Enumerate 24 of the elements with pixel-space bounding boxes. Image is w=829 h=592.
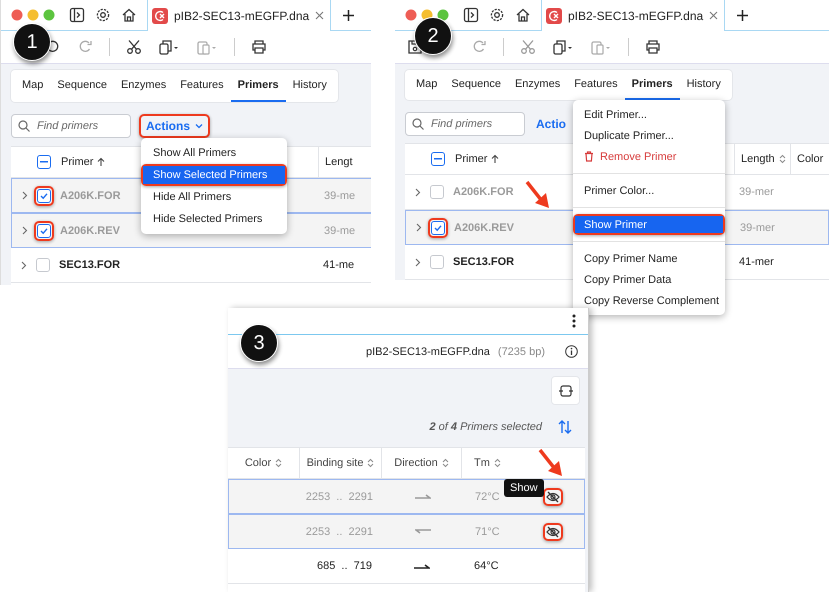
primer-length: 39-me [324, 190, 356, 202]
primer-length: 39-mer [740, 222, 775, 234]
primer-name: A206K.REV [60, 224, 120, 236]
primer-name: SEC13.FOR [59, 259, 120, 271]
melting-temp: 71°C [475, 526, 500, 538]
file-size: (7235 bp) [498, 346, 545, 358]
primer-name: A206K.REV [454, 222, 514, 234]
primer-name: A206K.FOR [453, 186, 514, 198]
primer-length: 39-mer [739, 186, 774, 198]
primer-length: 39-me [324, 224, 356, 236]
tooltip: Show [504, 479, 544, 497]
binding-site: 685 .. 719 [316, 560, 372, 572]
melting-temp: 64°C [474, 560, 499, 572]
binding-site: 2253 .. 2291 [306, 490, 373, 502]
selection-count: 2 of 4 Primers selected [429, 421, 542, 433]
primer-name: SEC13.FOR [453, 256, 514, 268]
melting-temp: 72°C [475, 490, 500, 502]
file-tab-title: pIB2-SEC13-mEGFP.dna [568, 8, 704, 22]
file-tab-title: pIB2-SEC13-mEGFP.dna [174, 8, 310, 22]
primer-length: 41-mer [739, 256, 774, 268]
binding-site: 2253 .. 2291 [306, 526, 373, 538]
file-name: pIB2-SEC13-mEGFP.dna [366, 346, 490, 358]
primer-length: 41-me [323, 259, 354, 271]
primer-name: A206K.FOR [60, 190, 121, 202]
